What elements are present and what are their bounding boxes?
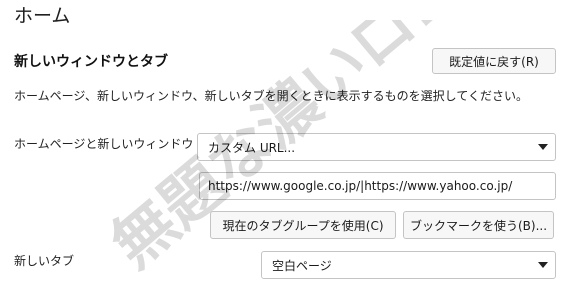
use-bookmark-label: ブックマークを使う(B)... (409, 218, 548, 233)
homepage-url-input[interactable]: https://www.google.co.jp/|https://www.ya… (199, 172, 556, 200)
restore-defaults-button[interactable]: 既定値に戻す(R) (432, 48, 556, 74)
chevron-down-icon (531, 262, 555, 268)
section-heading: 新しいウィンドウとタブ (14, 54, 168, 70)
use-current-pages-button[interactable]: 現在のタブグループを使用(C) (210, 211, 396, 239)
newtab-select[interactable]: 空白ページ (261, 251, 556, 279)
use-bookmark-button[interactable]: ブックマークを使う(B)... (403, 211, 554, 239)
section-description: ホームページ、新しいウィンドウ、新しいタブを開くときに表示するものを選択してくだ… (14, 89, 528, 103)
newtab-field-label: 新しいタブ (14, 254, 75, 268)
homepage-field-label: ホームページと新しいウィンドウ (14, 137, 194, 151)
homepage-select[interactable]: カスタム URL... (197, 133, 556, 161)
chevron-down-icon (531, 144, 555, 150)
newtab-select-value: 空白ページ (272, 258, 332, 273)
restore-defaults-label: 既定値に戻す(R) (449, 54, 539, 69)
use-current-pages-label: 現在のタブグループを使用(C) (222, 218, 384, 233)
homepage-select-value: カスタム URL... (208, 140, 296, 155)
page-title: ホーム (14, 5, 71, 27)
